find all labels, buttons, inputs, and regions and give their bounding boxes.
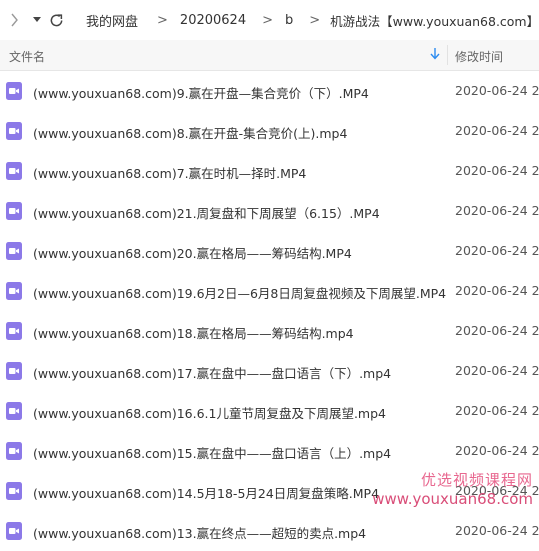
video-file-icon xyxy=(6,442,22,460)
file-row[interactable]: (www.youxuan68.com)13.赢在终点——超短的卖点.mp4 202… xyxy=(0,511,539,551)
file-row[interactable]: (www.youxuan68.com)16.6.1儿童节周复盘及下周展望.mp4… xyxy=(0,391,539,431)
file-name[interactable]: (www.youxuan68.com)13.赢在终点——超短的卖点.mp4 xyxy=(33,523,366,542)
forward-chevron-icon[interactable] xyxy=(10,13,19,27)
video-file-icon xyxy=(6,322,22,340)
breadcrumb-item-home[interactable]: 我的网盘 xyxy=(86,11,138,30)
breadcrumb-item-20200624[interactable]: 20200624 xyxy=(180,13,246,28)
file-row[interactable]: (www.youxuan68.com)17.赢在盘中——盘口语言（下）.mp4 2… xyxy=(0,351,539,391)
file-modified-time: 2020-06-24 20 xyxy=(455,283,539,298)
file-name[interactable]: (www.youxuan68.com)7.赢在时机—择时.MP4 xyxy=(33,163,306,182)
breadcrumb-separator: > xyxy=(309,12,321,28)
arrow-down-icon[interactable] xyxy=(430,48,440,63)
file-row[interactable]: (www.youxuan68.com)20.赢在格局——筹码结构.MP4 2020… xyxy=(0,231,539,271)
dropdown-caret-icon[interactable] xyxy=(33,17,41,23)
file-name[interactable]: (www.youxuan68.com)15.赢在盘中——盘口语言（上）.mp4 xyxy=(33,443,391,462)
breadcrumb-separator: > xyxy=(157,12,168,28)
breadcrumb-item-b[interactable]: b xyxy=(285,13,293,28)
refresh-icon[interactable] xyxy=(49,13,64,28)
video-file-icon xyxy=(6,282,22,300)
file-modified-time: 2020-06-24 20 xyxy=(455,83,539,98)
file-row[interactable]: (www.youxuan68.com)7.赢在时机—择时.MP4 2020-06-… xyxy=(0,151,539,191)
video-file-icon xyxy=(6,202,22,220)
file-name[interactable]: (www.youxuan68.com)19.6月2日—6月8日周复盘视频及下周展… xyxy=(33,283,446,302)
file-name[interactable]: (www.youxuan68.com)20.赢在格局——筹码结构.MP4 xyxy=(33,243,352,262)
file-name[interactable]: (www.youxuan68.com)8.赢在开盘-集合竞价(上).mp4 xyxy=(33,123,347,142)
video-file-icon xyxy=(6,162,22,180)
breadcrumb-item-current-folder[interactable]: 机游战法【www.youxuan68.com】 xyxy=(330,11,539,30)
file-name[interactable]: (www.youxuan68.com)16.6.1儿童节周复盘及下周展望.mp4 xyxy=(33,403,386,422)
file-modified-time: 2020-06-24 20 xyxy=(455,363,539,378)
file-modified-time: 2020-06-24 20 xyxy=(455,243,539,258)
file-row[interactable]: (www.youxuan68.com)15.赢在盘中——盘口语言（上）.mp4 2… xyxy=(0,431,539,471)
video-file-icon xyxy=(6,482,22,500)
file-modified-time: 2020-06-24 20 xyxy=(455,123,539,138)
watermark-title: 优选视频课程网 xyxy=(420,471,533,489)
file-name[interactable]: (www.youxuan68.com)21.周复盘和下周展望（6.15）.MP4 xyxy=(33,203,380,222)
file-row[interactable]: (www.youxuan68.com)19.6月2日—6月8日周复盘视频及下周展… xyxy=(0,271,539,311)
video-file-icon xyxy=(6,82,22,100)
column-header-name[interactable]: 文件名 xyxy=(9,48,45,65)
file-modified-time: 2020-06-24 20 xyxy=(455,323,539,338)
file-row[interactable]: (www.youxuan68.com)9.赢在开盘—集合竞价（下）.MP4 202… xyxy=(0,71,539,111)
file-row[interactable]: (www.youxuan68.com)8.赢在开盘-集合竞价(上).mp4 202… xyxy=(0,111,539,151)
file-list-header: 文件名 修改时间 xyxy=(0,40,539,71)
file-name[interactable]: (www.youxuan68.com)17.赢在盘中——盘口语言（下）.mp4 xyxy=(33,363,391,382)
file-row[interactable]: (www.youxuan68.com)18.赢在格局——筹码结构.mp4 2020… xyxy=(0,311,539,351)
column-header-modified-time[interactable]: 修改时间 xyxy=(455,48,503,65)
file-modified-time: 2020-06-24 20 xyxy=(455,203,539,218)
column-divider[interactable] xyxy=(447,45,448,65)
file-name[interactable]: (www.youxuan68.com)18.赢在格局——筹码结构.mp4 xyxy=(33,323,354,342)
file-modified-time: 2020-06-24 20 xyxy=(455,443,539,458)
file-name[interactable]: (www.youxuan68.com)14.5月18-5月24日周复盘策略.MP… xyxy=(33,483,379,502)
file-name[interactable]: (www.youxuan68.com)9.赢在开盘—集合竞价（下）.MP4 xyxy=(33,83,369,102)
file-modified-time: 2020-06-24 20 xyxy=(455,523,539,538)
toolbar: 我的网盘 > 20200624 > b > 机游战法【www.youxuan68… xyxy=(0,0,539,40)
file-modified-time: 2020-06-24 20 xyxy=(455,403,539,418)
video-file-icon xyxy=(6,362,22,380)
video-file-icon xyxy=(6,242,22,260)
watermark: 优选视频课程网 www.youxuan68.com xyxy=(372,471,533,509)
file-modified-time: 2020-06-24 20 xyxy=(455,163,539,178)
video-file-icon xyxy=(6,522,22,540)
file-row[interactable]: (www.youxuan68.com)21.周复盘和下周展望（6.15）.MP4… xyxy=(0,191,539,231)
video-file-icon xyxy=(6,122,22,140)
video-file-icon xyxy=(6,402,22,420)
watermark-url: www.youxuan68.com xyxy=(372,490,533,508)
breadcrumb-separator: > xyxy=(262,12,273,28)
